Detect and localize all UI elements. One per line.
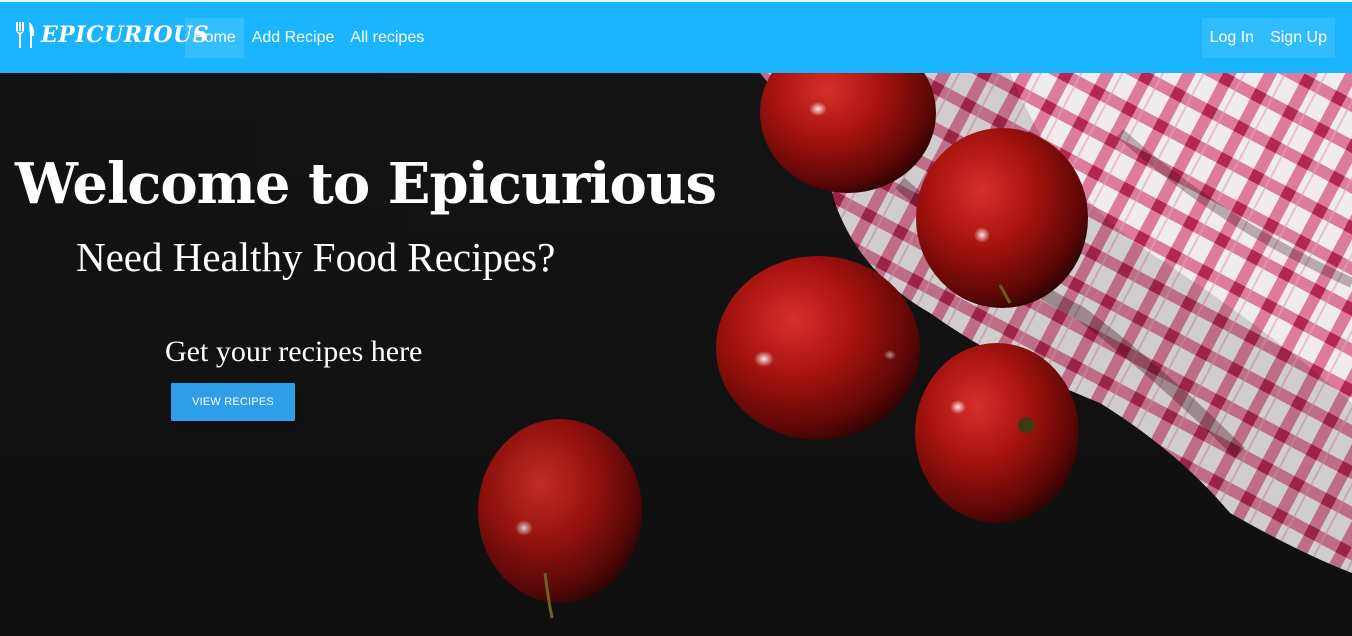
hero-cta-text: Get your recipes here — [165, 335, 423, 368]
hero-section: Welcome to Epicurious Need Healthy Food … — [0, 73, 1352, 636]
auth-nav: Log In Sign Up — [1201, 18, 1335, 58]
hero-subtitle: Need Healthy Food Recipes? — [76, 234, 556, 280]
page: EPICURIOUS Home Add Recipe All recipes L… — [0, 0, 1352, 636]
nav-all-recipes[interactable]: All recipes — [342, 18, 432, 58]
main-nav: Home Add Recipe All recipes — [185, 18, 432, 58]
navbar: EPICURIOUS Home Add Recipe All recipes L… — [0, 0, 1352, 73]
nav-log-in[interactable]: Log In — [1202, 18, 1262, 58]
fork-knife-icon — [16, 22, 35, 48]
view-recipes-button[interactable]: VIEW RECIPES — [171, 383, 295, 421]
nav-sign-up[interactable]: Sign Up — [1262, 18, 1335, 58]
brand-name: EPICURIOUS — [41, 22, 210, 48]
nav-home[interactable]: Home — [185, 18, 244, 58]
nav-add-recipe[interactable]: Add Recipe — [244, 18, 343, 58]
hero-title: Welcome to Epicurious — [15, 151, 717, 217]
brand-logo[interactable]: EPICURIOUS — [14, 20, 209, 50]
